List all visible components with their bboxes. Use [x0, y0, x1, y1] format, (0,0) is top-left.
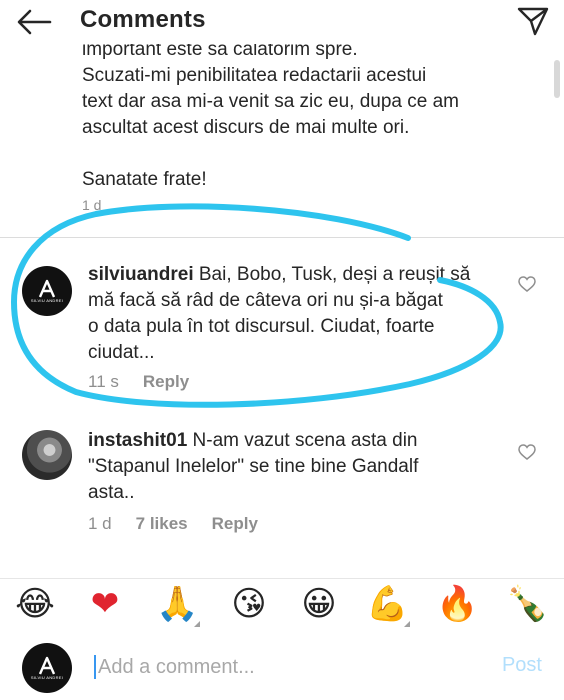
skin-tone-indicator — [194, 621, 200, 627]
text-caret — [94, 655, 96, 679]
comment-meta: 1 d 7 likes Reply — [88, 514, 282, 534]
comment-time: 1 d — [88, 514, 112, 533]
caption-time: 1 d — [82, 197, 102, 213]
emoji-fire-icon[interactable]: 🔥 — [436, 583, 478, 625]
comment-input[interactable] — [98, 652, 458, 682]
reply-button[interactable]: Reply — [143, 372, 189, 391]
emoji-glyph: 💪 — [366, 584, 409, 624]
brand-logo-icon — [38, 656, 56, 675]
post-button[interactable]: Post — [502, 654, 542, 677]
caption-line: Scuzati-mi penibilitatea redactarii aces… — [82, 65, 427, 86]
comment-first-line: silviuandrei Bai, Bobo, Tusk, deși a reu… — [88, 262, 508, 288]
emoji-red-heart-icon[interactable]: ❤ — [84, 583, 126, 625]
emoji-laughing-tears-icon[interactable]: 😂 — [14, 583, 56, 625]
avatar[interactable]: SILVIU ANDREI — [22, 266, 72, 316]
comment-time: 11 s — [88, 372, 119, 391]
avatar[interactable] — [22, 430, 72, 480]
comment-text-line: Bai, Bobo, Tusk, deși a reușit să — [193, 264, 471, 285]
like-heart-icon[interactable] — [518, 276, 536, 292]
emoji-praying-hands-icon[interactable]: 🙏 — [156, 583, 200, 627]
likes-count-link[interactable]: 7 likes — [136, 514, 188, 533]
comment-first-line: instashit01 N-am vazut scena asta din — [88, 428, 508, 454]
scrollbar-thumb[interactable] — [554, 60, 560, 98]
brand-logo-icon — [38, 279, 56, 298]
avatar-logo-text: SILVIU ANDREI — [30, 675, 64, 680]
emoji-quick-bar: 😂 ❤ 🙏 😘 😀 💪 🔥 🍾 — [0, 578, 564, 628]
comment-username[interactable]: instashit01 — [88, 430, 187, 451]
direct-send-icon[interactable] — [516, 6, 550, 36]
skin-tone-indicator — [404, 621, 410, 627]
comment-text-line: "Stapanul Inelelor" se tine bine Gandalf — [88, 456, 419, 477]
emoji-flexed-biceps-icon[interactable]: 💪 — [366, 583, 410, 627]
comment-body: silviuandrei Bai, Bobo, Tusk, deși a reu… — [88, 262, 508, 366]
caption-text: important este sa calatorim spre. Scuzat… — [82, 37, 522, 215]
caption-line: ascultat acest discurs de mai multe ori. — [82, 117, 410, 138]
caption-divider — [0, 237, 564, 238]
back-arrow-icon[interactable] — [16, 8, 52, 36]
reply-button[interactable]: Reply — [212, 514, 258, 533]
header-bar: Comments — [0, 0, 564, 44]
comment-username[interactable]: silviuandrei — [88, 264, 194, 285]
comment-text-line: asta.. — [88, 482, 135, 503]
comment-meta: 11 s Reply — [88, 372, 213, 392]
emoji-kissing-face-icon[interactable]: 😘 — [228, 583, 270, 625]
comment-composer: SILVIU ANDREI Post — [0, 636, 564, 700]
comment-text-line: mă facă să râd de câteva ori nu și-a băg… — [88, 290, 443, 311]
comment-text-line: N-am vazut scena asta din — [187, 430, 418, 451]
caption-line: text dar asa mi-a venit sa zic eu, dupa … — [82, 91, 460, 112]
caption-closing: Sanatate frate! — [82, 169, 207, 190]
comment-text-line: o data pula în tot discursul. Ciudat, fo… — [88, 316, 435, 337]
comment-body: instashit01 N-am vazut scena asta din "S… — [88, 428, 508, 506]
emoji-smiling-face-icon[interactable]: 😀 — [298, 583, 340, 625]
page-title: Comments — [80, 6, 206, 33]
comment-text-line: ciudat... — [88, 342, 155, 363]
like-heart-icon[interactable] — [518, 444, 536, 460]
emoji-champagne-icon[interactable]: 🍾 — [506, 583, 548, 625]
emoji-glyph: 🙏 — [156, 584, 199, 624]
avatar: SILVIU ANDREI — [22, 643, 72, 693]
avatar-logo-text: SILVIU ANDREI — [30, 298, 64, 303]
